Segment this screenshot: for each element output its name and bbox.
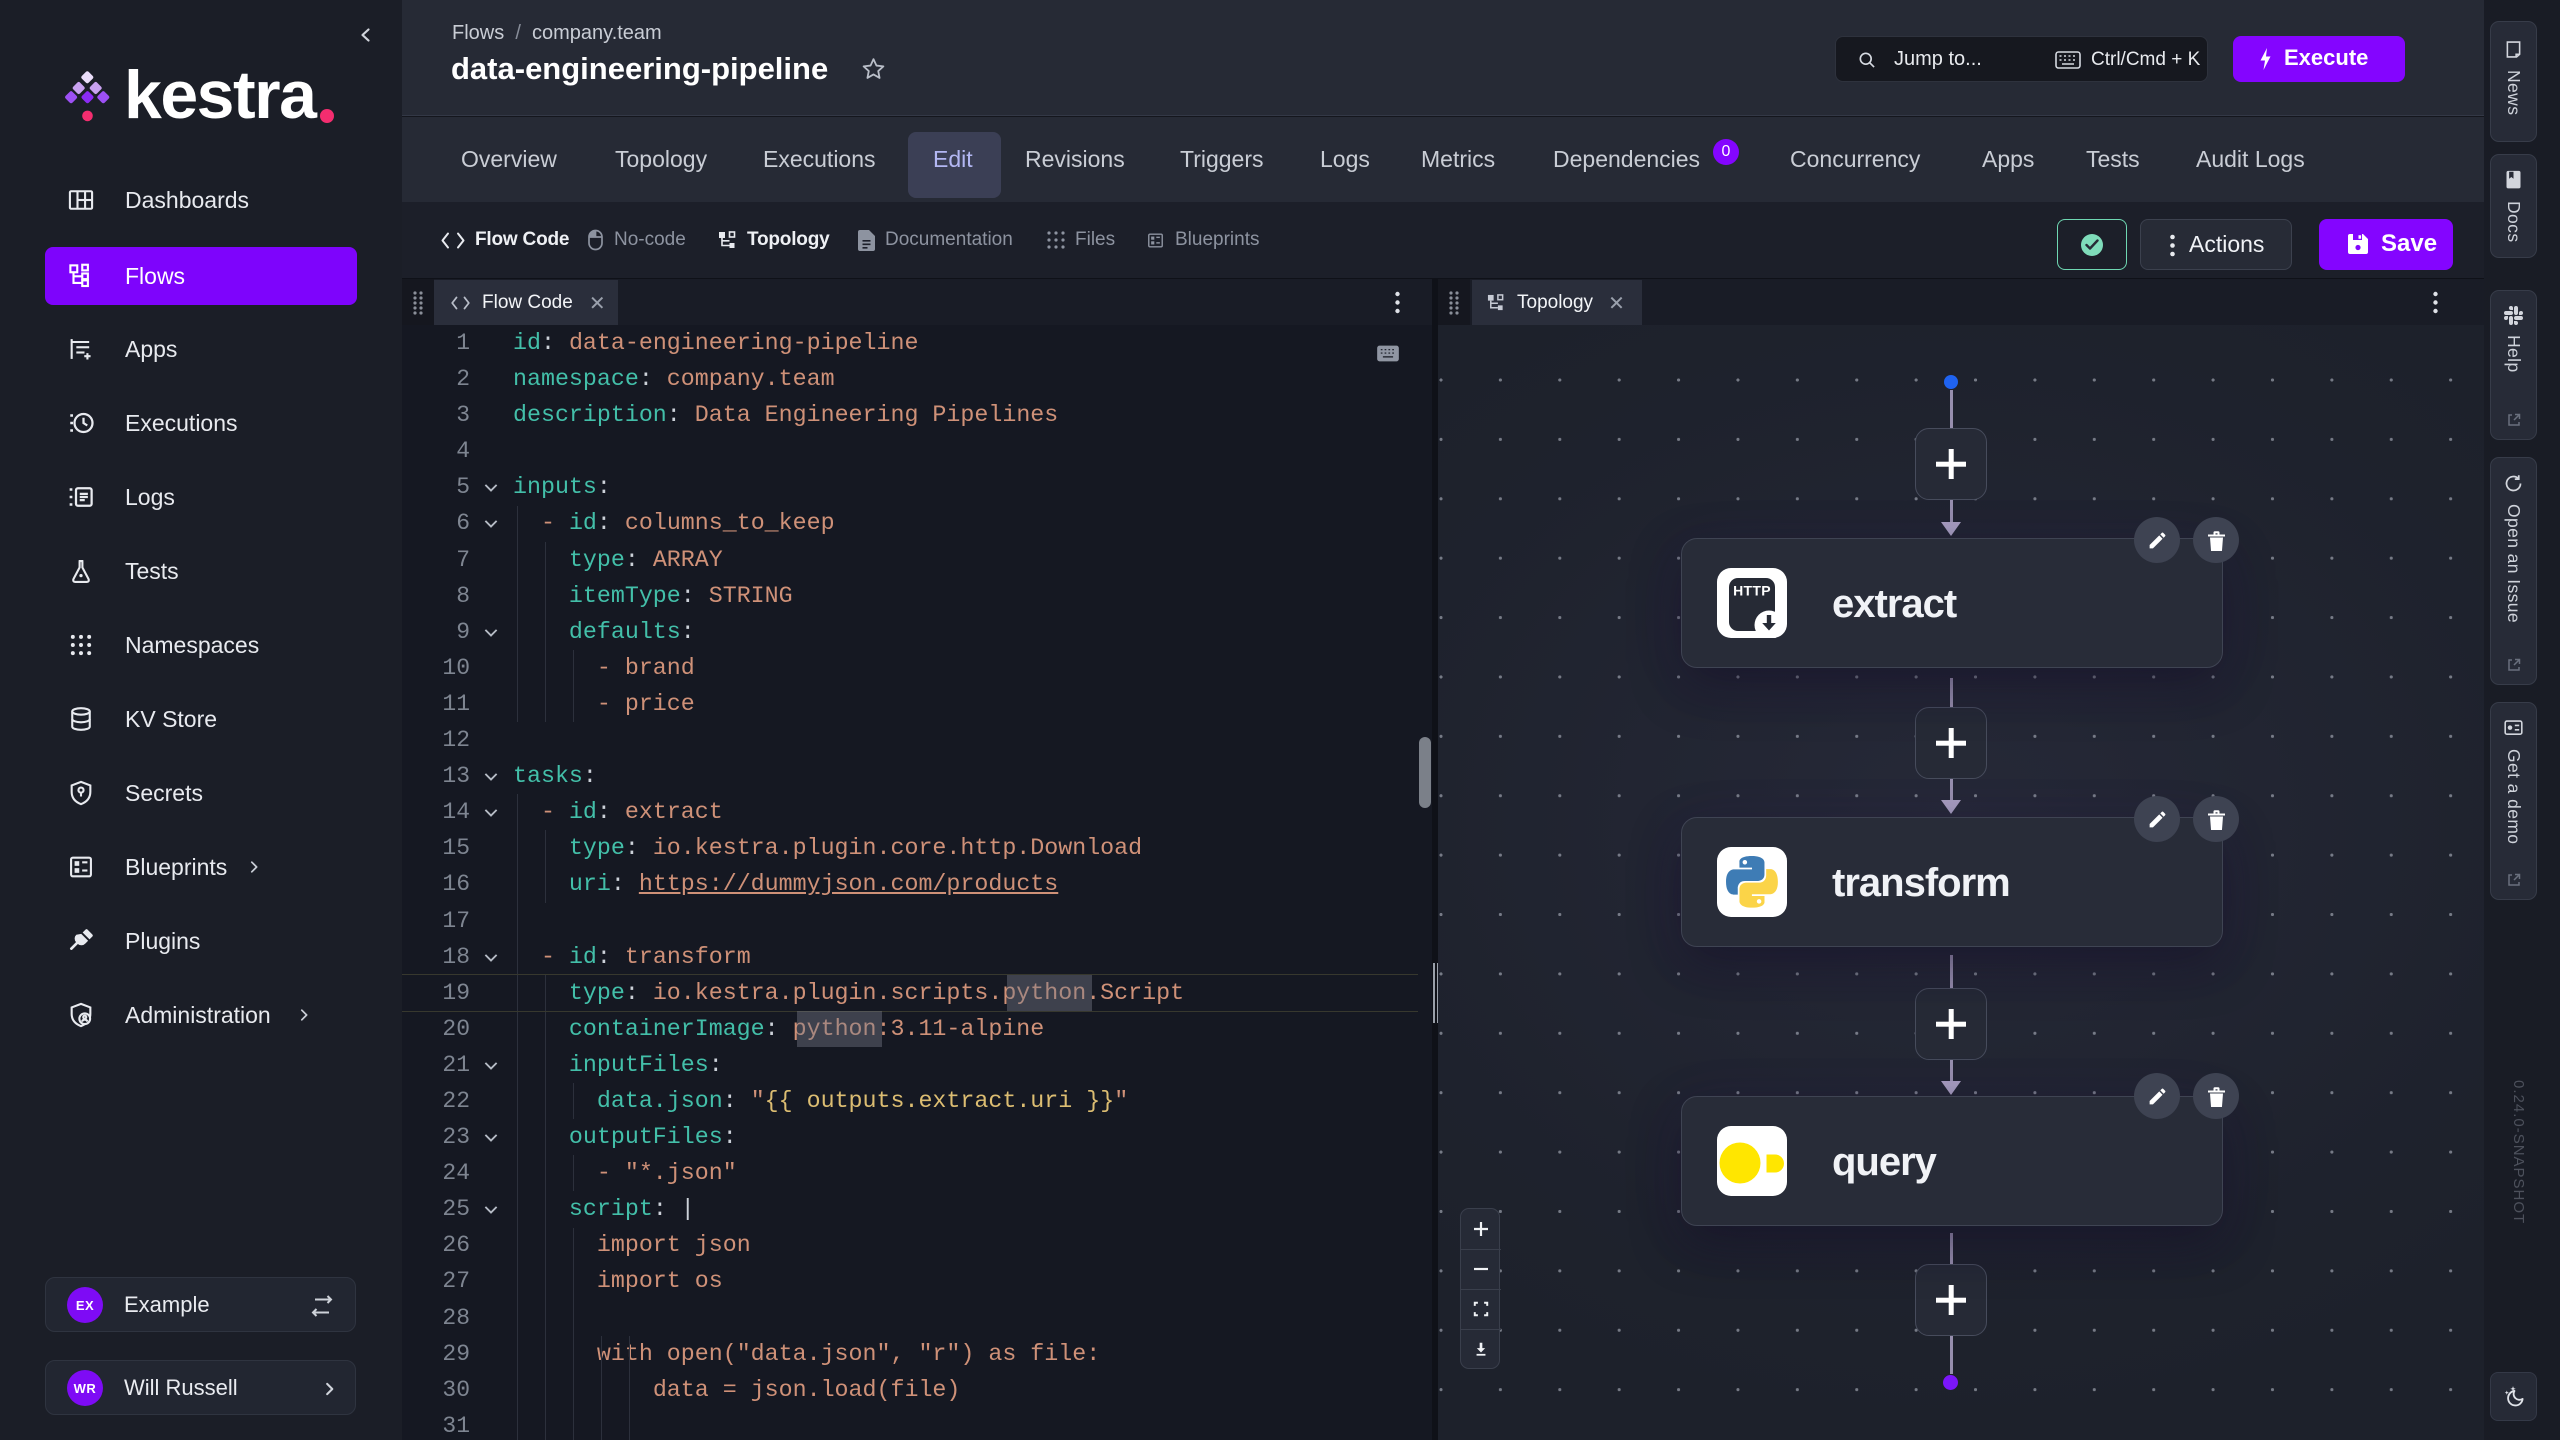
svg-text:HTTP: HTTP <box>1733 583 1771 599</box>
